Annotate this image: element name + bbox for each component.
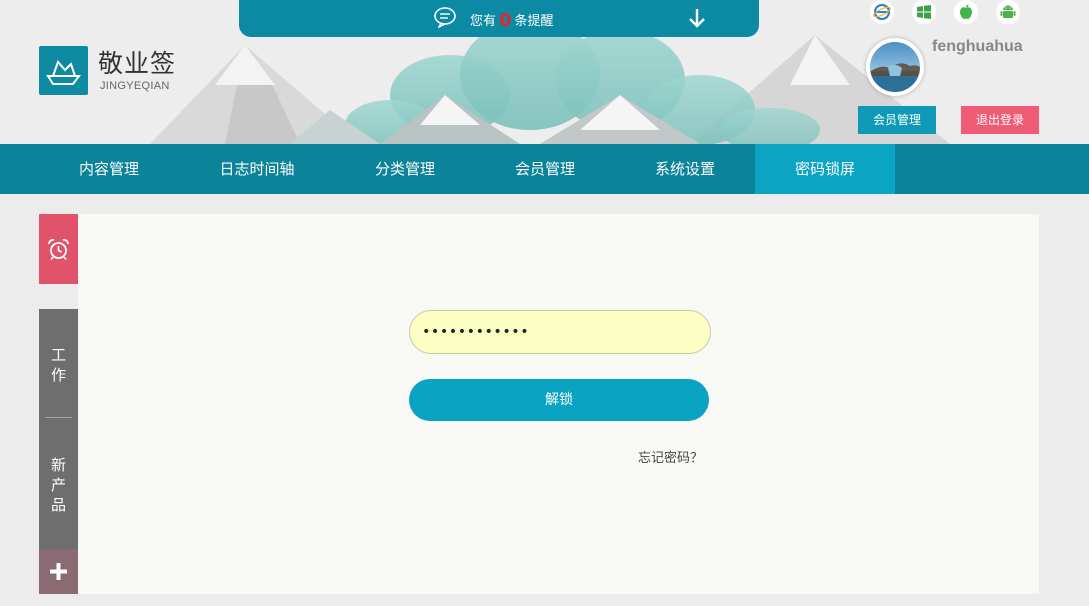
nav-member-management[interactable]: 会员管理 — [475, 144, 615, 194]
forgot-password-link[interactable]: 忘记密码？ — [638, 447, 703, 466]
windows-icon[interactable] — [912, 0, 936, 24]
notification-count: 0 — [499, 10, 512, 31]
platform-icons — [870, 0, 1030, 24]
brand-subtitle: JINGYEQIAN — [100, 80, 170, 92]
nav-category-management[interactable]: 分类管理 — [335, 144, 475, 194]
alarm-clock-icon — [48, 239, 69, 260]
nav-password-lock[interactable]: 密码锁屏 — [755, 144, 895, 194]
password-input[interactable] — [409, 310, 711, 354]
apple-icon[interactable] — [954, 0, 978, 24]
username: fenghuahua — [932, 38, 1023, 55]
side-tab-work[interactable]: 工 作 — [39, 345, 78, 385]
arrow-down-icon[interactable] — [687, 7, 707, 29]
notification-text[interactable]: 您有 0 条提醒 — [470, 9, 554, 31]
avatar-image — [870, 42, 920, 92]
lock-panel: 解锁 忘记密码？ — [78, 214, 1039, 594]
speech-bubble-icon — [434, 7, 456, 28]
side-tab-new-product[interactable]: 新 产 品 — [39, 455, 78, 515]
android-icon[interactable] — [996, 0, 1020, 24]
nav-content-management[interactable]: 内容管理 — [39, 144, 179, 194]
logout-button[interactable]: 退出登录 — [961, 106, 1039, 134]
nav-system-settings[interactable]: 系统设置 — [615, 144, 755, 194]
main-nav: 内容管理 日志时间轴 分类管理 会员管理 系统设置 密码锁屏 — [0, 144, 1089, 194]
member-management-button[interactable]: 会员管理 — [858, 106, 936, 134]
side-vertical-tabs: 工 作 新 产 品 — [39, 309, 78, 549]
ie-icon[interactable] — [870, 0, 894, 24]
notification-suffix: 条提醒 — [514, 14, 554, 29]
side-divider — [45, 417, 72, 418]
avatar[interactable] — [866, 38, 924, 96]
logo[interactable] — [39, 46, 88, 95]
header: 您有 0 条提醒 敬业签 JINGYEQIAN fenghuahua 会员管理 … — [0, 0, 1089, 144]
boat-logo-icon — [46, 60, 81, 85]
brand-name: 敬业签 — [98, 49, 177, 78]
nav-log-timeline[interactable]: 日志时间轴 — [187, 144, 327, 194]
notification-prefix: 您有 — [470, 14, 497, 29]
add-button[interactable] — [39, 549, 78, 594]
side-alarm-tab[interactable] — [39, 214, 78, 284]
unlock-button[interactable]: 解锁 — [409, 379, 709, 421]
notification-bar: 您有 0 条提醒 — [239, 0, 759, 37]
plus-icon — [50, 563, 67, 580]
